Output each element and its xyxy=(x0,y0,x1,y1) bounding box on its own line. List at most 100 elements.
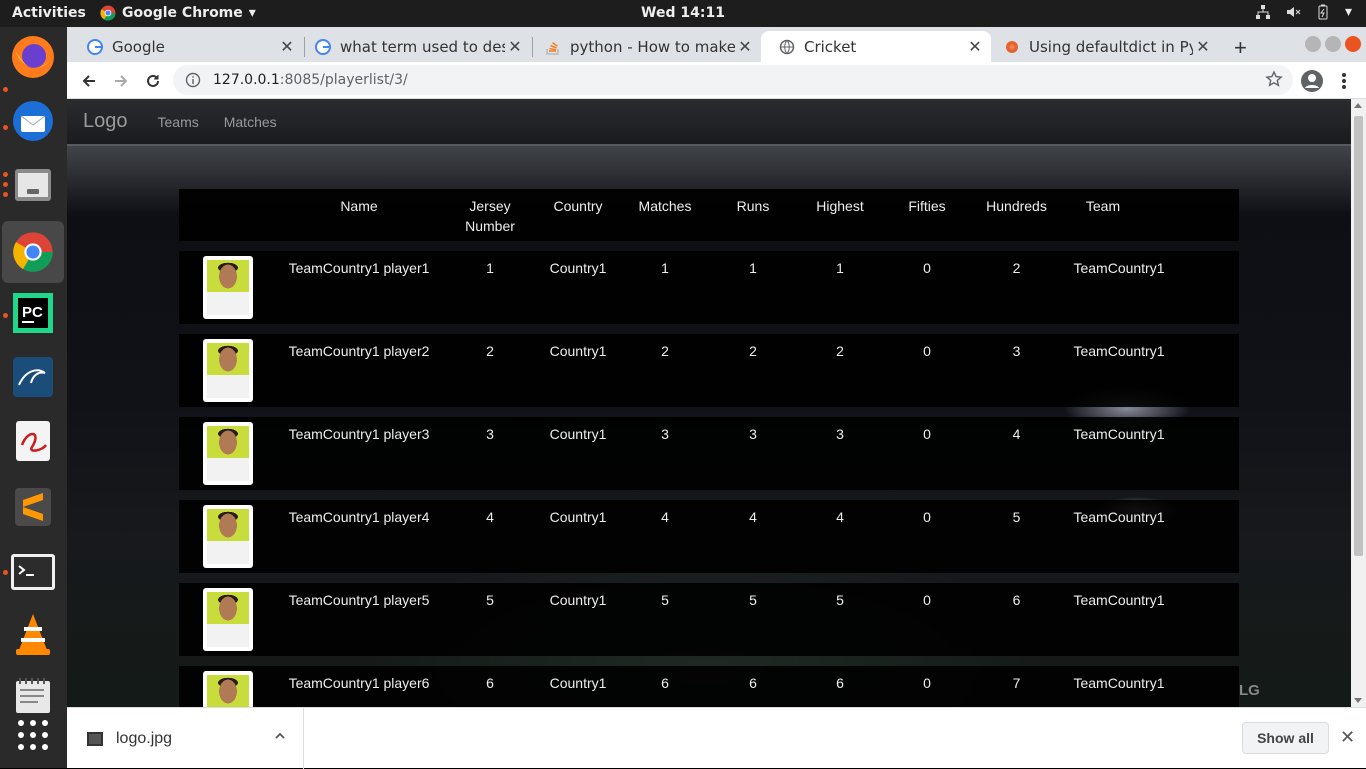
mysql-workbench-launcher[interactable] xyxy=(9,353,57,401)
gnome-top-bar: Activities Google Chrome ▾ Wed 14:11 ▾ xyxy=(0,0,1366,27)
dock: PC xyxy=(0,27,67,768)
tab-defaultdict[interactable]: Using defaultdict in Python ✕ xyxy=(986,31,1219,62)
close-tab-icon[interactable]: ✕ xyxy=(735,37,755,56)
header-highest: Highest xyxy=(816,198,864,214)
cell-highest: 1 xyxy=(836,260,844,276)
tab-python-dict[interactable]: python - How to make dict ✕ xyxy=(527,31,761,62)
google-icon xyxy=(87,38,103,55)
new-tab-button[interactable]: + xyxy=(1234,35,1247,61)
profile-button[interactable] xyxy=(1299,68,1325,94)
tab-google[interactable]: Google ✕ xyxy=(69,31,303,62)
info-icon[interactable] xyxy=(185,72,201,88)
cell-fifties: 0 xyxy=(923,509,931,525)
player-photo[interactable] xyxy=(203,588,253,651)
player-table: Name Jersey Number Country Matches Runs … xyxy=(179,189,1239,707)
cell-runs: 5 xyxy=(749,592,757,608)
mysql-workbench-icon xyxy=(13,357,53,397)
url-text: 127.0.0.1:8085/playerlist/3/ xyxy=(213,72,408,88)
terminal-launcher[interactable] xyxy=(9,548,57,596)
show-applications-button[interactable] xyxy=(9,711,57,759)
vlc-icon xyxy=(16,614,50,655)
show-applications-icon xyxy=(18,720,48,750)
files-launcher[interactable] xyxy=(9,161,57,209)
scroll-down-arrow[interactable] xyxy=(1354,698,1362,703)
tab-what-term[interactable]: what term used to describe ✕ xyxy=(297,31,531,62)
player-photo[interactable] xyxy=(203,339,253,402)
chevron-up-icon[interactable] xyxy=(274,730,286,742)
firefox-launcher[interactable] xyxy=(9,33,57,81)
header-jersey: Jersey Number xyxy=(465,198,515,234)
cell-highest: 5 xyxy=(836,592,844,608)
sublime-text-icon xyxy=(15,488,51,526)
volume-muted-icon xyxy=(1286,7,1301,17)
minimize-button[interactable] xyxy=(1305,36,1321,52)
player-photo[interactable] xyxy=(203,671,253,707)
player-photo[interactable] xyxy=(203,422,253,485)
player-avatar xyxy=(207,343,249,398)
table-row: TeamCountry1 player4 4 Country1 4 4 4 0 5 TeamCo… xyxy=(179,500,1239,573)
nav-teams[interactable]: Teams xyxy=(158,114,199,130)
maximize-button[interactable] xyxy=(1325,36,1341,52)
document-viewer-launcher[interactable] xyxy=(9,417,57,465)
player-avatar xyxy=(207,260,249,315)
scrollbar-thumb[interactable] xyxy=(1354,116,1363,556)
table-row: TeamCountry1 player6 6 Country1 6 6 6 0 7 TeamCo… xyxy=(179,666,1239,707)
system-tray[interactable]: ▾ xyxy=(1255,4,1352,20)
show-all-button[interactable]: Show all xyxy=(1242,722,1329,754)
player-photo[interactable] xyxy=(203,505,253,568)
arrow-left-icon xyxy=(82,75,95,87)
pycharm-icon: PC xyxy=(13,293,53,333)
address-bar[interactable]: 127.0.0.1:8085/playerlist/3/ xyxy=(173,65,1293,95)
table-row: TeamCountry1 player5 5 Country1 5 5 5 0 6 TeamCo… xyxy=(179,583,1239,656)
web-page: LG Logo Teams Matches Name Jersey Number… xyxy=(67,99,1351,707)
scroll-up-arrow[interactable] xyxy=(1354,103,1362,108)
site-navbar: Logo Teams Matches xyxy=(67,99,1351,144)
cell-name[interactable]: TeamCountry1 player5 xyxy=(275,590,443,610)
activities-button[interactable]: Activities xyxy=(12,5,86,21)
cell-name[interactable]: TeamCountry1 player6 xyxy=(275,673,443,693)
pycharm-launcher[interactable]: PC xyxy=(9,289,57,337)
firefox-icon xyxy=(12,36,54,78)
thunderbird-launcher[interactable] xyxy=(9,97,57,145)
cell-hundreds: 7 xyxy=(1012,675,1021,691)
stackoverflow-icon xyxy=(546,41,559,55)
tab-title: what term used to describe xyxy=(340,37,505,56)
cell-team: TeamCountry1 xyxy=(1073,592,1165,608)
player-photo[interactable] xyxy=(203,256,253,319)
tab-cricket[interactable]: Cricket ✕ xyxy=(761,31,991,62)
close-download-shelf-icon[interactable]: ✕ xyxy=(1340,727,1355,748)
sublime-text-launcher[interactable] xyxy=(9,483,57,531)
reload-button[interactable] xyxy=(140,68,166,94)
close-tab-icon[interactable]: ✕ xyxy=(1193,37,1213,56)
download-item[interactable]: logo.jpg xyxy=(67,708,304,769)
chrome-launcher[interactable] xyxy=(2,221,64,283)
nav-matches[interactable]: Matches xyxy=(224,114,277,130)
close-tab-icon[interactable]: ✕ xyxy=(277,37,297,56)
table-body: TeamCountry1 player1 1 Country1 1 1 1 0 2 TeamCo… xyxy=(179,251,1239,707)
table-header: Name Jersey Number Country Matches Runs … xyxy=(179,189,1239,241)
app-menu[interactable]: Google Chrome ▾ xyxy=(100,5,256,21)
header-matches: Matches xyxy=(638,198,692,214)
back-button[interactable] xyxy=(76,68,102,94)
page-scrollbar[interactable] xyxy=(1351,99,1366,707)
cell-name[interactable]: TeamCountry1 player3 xyxy=(275,424,443,444)
tab-title: python - How to make dict xyxy=(570,37,735,56)
bookmark-star-icon[interactable] xyxy=(1265,70,1283,88)
cell-name[interactable]: TeamCountry1 player4 xyxy=(275,507,443,527)
forward-button[interactable] xyxy=(108,68,134,94)
chrome-icon xyxy=(100,5,116,21)
close-tab-icon[interactable]: ✕ xyxy=(965,37,985,56)
cell-fifties: 0 xyxy=(923,675,931,691)
cell-runs: 6 xyxy=(749,675,757,691)
cell-highest: 3 xyxy=(836,426,844,442)
vlc-launcher[interactable] xyxy=(9,610,57,658)
cell-highest: 4 xyxy=(836,509,844,525)
url-path: :8085/playerlist/3/ xyxy=(279,72,408,88)
chrome-menu-button[interactable] xyxy=(1331,68,1357,94)
cell-name[interactable]: TeamCountry1 player2 xyxy=(275,341,443,361)
cell-name[interactable]: TeamCountry1 player1 xyxy=(275,258,443,278)
close-tab-icon[interactable]: ✕ xyxy=(505,37,525,56)
player-avatar xyxy=(207,592,249,647)
site-logo[interactable]: Logo xyxy=(83,110,128,133)
close-window-button[interactable] xyxy=(1345,36,1361,52)
